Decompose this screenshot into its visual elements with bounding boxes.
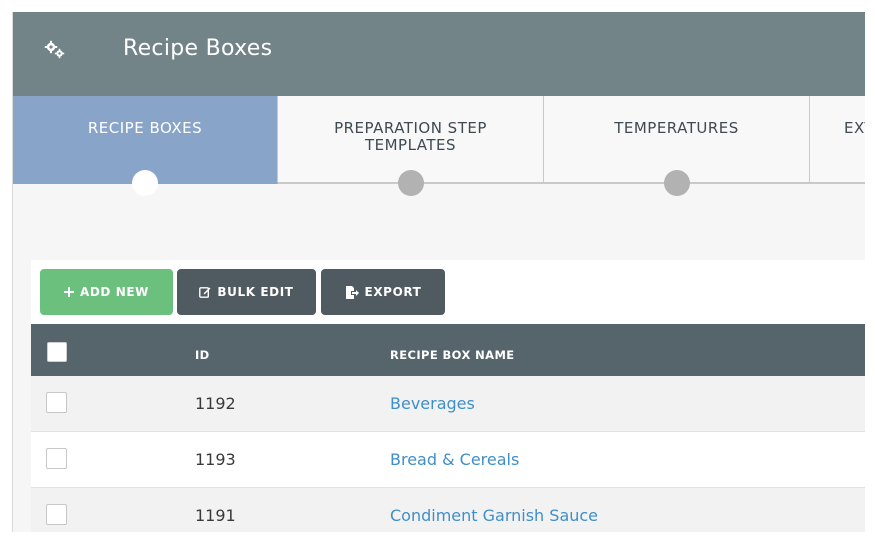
row-name-link[interactable]: Bread & Cereals — [390, 450, 519, 469]
row-checkbox[interactable] — [46, 392, 67, 413]
plus-icon — [63, 287, 74, 297]
select-all-checkbox[interactable] — [47, 342, 67, 362]
add-new-button[interactable]: ADD NEW — [40, 269, 173, 315]
row-name-link[interactable]: Condiment Garnish Sauce — [390, 506, 598, 525]
tab-recipe-boxes[interactable]: RECIPE BOXES — [13, 96, 278, 196]
app-window: Recipe Boxes RECIPE BOXES PREPARATION ST… — [12, 12, 865, 532]
export-label: EXPORT — [364, 285, 422, 299]
tab-temperatures[interactable]: TEMPERATURES — [544, 96, 810, 196]
toolbar: ADD NEW BULK EDIT EXPORT — [31, 260, 865, 324]
tab-label: TEMPERATURES — [614, 119, 739, 137]
tab-indicator-dot — [663, 170, 690, 196]
tab-preparation-step-templates[interactable]: PREPARATION STEP TEMPLATES — [278, 96, 544, 196]
tab-indicator-dot — [132, 170, 158, 196]
add-new-label: ADD NEW — [79, 285, 150, 299]
table-header: ID RECIPE BOX NAME — [31, 324, 865, 376]
row-id: 1193 — [195, 450, 236, 469]
row-id: 1191 — [195, 506, 236, 525]
export-button[interactable]: EXPORT — [321, 269, 445, 315]
page-title: Recipe Boxes — [123, 36, 273, 61]
export-file-icon — [345, 285, 359, 299]
gears-icon[interactable] — [43, 40, 67, 60]
tab-indicator-dot — [397, 170, 424, 196]
tab-label: EXT — [844, 119, 865, 137]
table-row: 1193 Bread & Cereals — [31, 432, 865, 488]
column-header-id[interactable]: ID — [195, 348, 210, 362]
edit-icon — [199, 287, 211, 298]
tab-label: RECIPE BOXES — [87, 119, 203, 137]
row-name-link[interactable]: Beverages — [390, 394, 475, 413]
column-header-name[interactable]: RECIPE BOX NAME — [390, 348, 515, 362]
tab-bar: RECIPE BOXES PREPARATION STEP TEMPLATES … — [13, 96, 865, 196]
row-checkbox[interactable] — [46, 448, 67, 469]
tab-label: PREPARATION STEP TEMPLATES — [334, 119, 487, 154]
table-row: 1192 Beverages — [31, 376, 865, 432]
bulk-edit-button[interactable]: BULK EDIT — [177, 269, 316, 315]
page-header: Recipe Boxes — [13, 12, 865, 96]
row-id: 1192 — [195, 394, 236, 413]
recipe-boxes-table: ID RECIPE BOX NAME 1192 Beverages 1193 B… — [31, 324, 865, 532]
tab-ext[interactable]: EXT — [810, 96, 865, 184]
bulk-edit-label: BULK EDIT — [217, 285, 294, 299]
table-row: 1191 Condiment Garnish Sauce — [31, 488, 865, 532]
row-checkbox[interactable] — [46, 504, 67, 525]
